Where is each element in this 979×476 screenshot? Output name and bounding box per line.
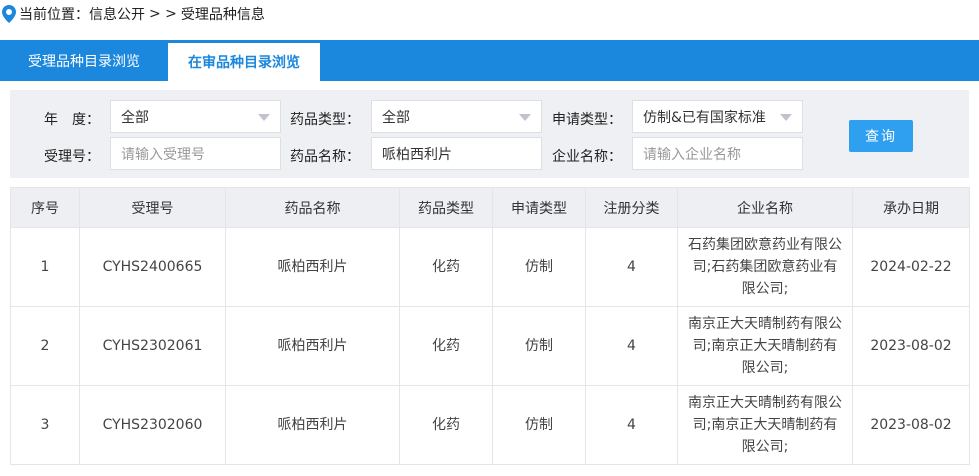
- results-table: 序号 受理号 药品名称 药品类型 申请类型 注册分类 企业名称 承办日期 1 C…: [10, 187, 970, 465]
- table-row: 2 CYHS2302061 哌柏西利片 化药 仿制 4 南京正大天晴制药有限公司…: [10, 306, 970, 386]
- apply-type-select-value: 仿制&已有国家标准: [643, 109, 766, 126]
- cell-company: 石药集团欧意药业有限公司;石药集团欧意药业有限公司;: [677, 227, 853, 307]
- header-drug-name: 药品名称: [225, 187, 400, 228]
- cell-apply-type: 仿制: [492, 306, 586, 386]
- cell-apply-type: 仿制: [492, 385, 586, 465]
- location-pin-icon: [2, 5, 16, 23]
- cell-drug-type: 化药: [399, 227, 493, 307]
- cell-index: 1: [10, 227, 80, 307]
- year-select[interactable]: 全部: [110, 100, 281, 133]
- apply-type-select[interactable]: 仿制&已有国家标准: [632, 100, 803, 133]
- cell-company: 南京正大天晴制药有限公司;南京正大天晴制药有限公司;: [677, 385, 853, 465]
- cell-date: 2023-08-02: [852, 385, 970, 465]
- company-label: 企业名称：: [552, 149, 622, 165]
- cell-date: 2024-02-22: [852, 227, 970, 307]
- chevron-down-icon: [519, 114, 531, 121]
- breadcrumb-prefix: 当前位置：: [19, 7, 89, 23]
- header-index: 序号: [10, 187, 80, 228]
- cell-reg-class: 4: [585, 306, 678, 386]
- cell-drug-type: 化药: [399, 306, 493, 386]
- apply-type-label: 申请类型：: [552, 112, 622, 128]
- drug-type-select[interactable]: 全部: [371, 100, 542, 133]
- cell-drug-name: 哌柏西利片: [225, 227, 400, 307]
- header-drug-type: 药品类型: [399, 187, 493, 228]
- accept-no-input[interactable]: 请输入受理号: [110, 137, 281, 170]
- table-row: 3 CYHS2302060 哌柏西利片 化药 仿制 4 南京正大天晴制药有限公司…: [10, 385, 970, 465]
- header-apply-type: 申请类型: [492, 187, 586, 228]
- drug-name-input[interactable]: 哌柏西利片: [371, 137, 542, 170]
- cell-drug-name: 哌柏西利片: [225, 306, 400, 386]
- cell-accept-no: CYHS2302060: [79, 385, 226, 465]
- company-placeholder: 请输入企业名称: [643, 146, 741, 163]
- tab-bar: 受理品种目录浏览 在审品种目录浏览: [0, 40, 979, 81]
- breadcrumb: 当前位置： 信息公开 > > 受理品种信息: [0, 0, 979, 28]
- tab-under-review-catalog[interactable]: 在审品种目录浏览: [168, 43, 320, 81]
- table-header-row: 序号 受理号 药品名称 药品类型 申请类型 注册分类 企业名称 承办日期: [10, 187, 970, 228]
- drug-type-select-value: 全部: [382, 109, 410, 126]
- chevron-down-icon: [258, 114, 270, 121]
- drug-name-value: 哌柏西利片: [382, 146, 452, 163]
- table-row: 1 CYHS2400665 哌柏西利片 化药 仿制 4 石药集团欧意药业有限公司…: [10, 227, 970, 307]
- year-label: 年 度：: [44, 112, 100, 128]
- cell-index: 2: [10, 306, 80, 386]
- cell-drug-type: 化药: [399, 385, 493, 465]
- cell-drug-name: 哌柏西利片: [225, 385, 400, 465]
- header-accept-no: 受理号: [79, 187, 226, 228]
- tab-accepted-catalog[interactable]: 受理品种目录浏览: [0, 40, 168, 81]
- breadcrumb-separator: > >: [149, 6, 177, 22]
- accept-no-label: 受理号：: [44, 149, 100, 165]
- drug-name-label: 药品名称：: [290, 149, 360, 165]
- cell-accept-no: CYHS2400665: [79, 227, 226, 307]
- breadcrumb-current: 受理品种信息: [180, 7, 265, 23]
- header-reg-class: 注册分类: [585, 187, 678, 228]
- cell-apply-type: 仿制: [492, 227, 586, 307]
- cell-reg-class: 4: [585, 227, 678, 307]
- cell-index: 3: [10, 385, 80, 465]
- chevron-down-icon: [780, 114, 792, 121]
- cell-reg-class: 4: [585, 385, 678, 465]
- query-button[interactable]: 查询: [849, 120, 913, 152]
- header-date: 承办日期: [852, 187, 970, 228]
- drug-type-label: 药品类型：: [290, 112, 360, 128]
- cell-company: 南京正大天晴制药有限公司;南京正大天晴制药有限公司;: [677, 306, 853, 386]
- filter-panel: 年 度： 全部 药品类型： 全部 申请类型： 仿制&已有国家标准 受理号： 请输…: [10, 90, 969, 178]
- accept-no-placeholder: 请输入受理号: [121, 146, 205, 163]
- year-select-value: 全部: [121, 109, 149, 126]
- header-company: 企业名称: [677, 187, 853, 228]
- company-input[interactable]: 请输入企业名称: [632, 137, 803, 170]
- cell-date: 2023-08-02: [852, 306, 970, 386]
- cell-accept-no: CYHS2302061: [79, 306, 226, 386]
- breadcrumb-section[interactable]: 信息公开: [89, 4, 145, 24]
